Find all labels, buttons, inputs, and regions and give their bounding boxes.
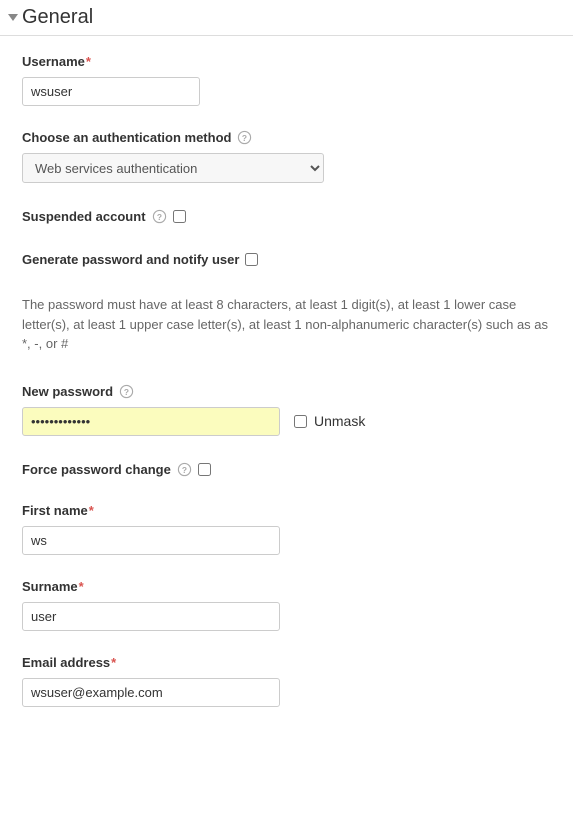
required-star-icon: *: [86, 54, 91, 69]
svg-text:?: ?: [124, 386, 129, 396]
help-icon[interactable]: ?: [119, 384, 134, 399]
field-generate-password: Generate password and notify user: [22, 250, 551, 269]
auth-method-select[interactable]: Web services authentication: [22, 153, 324, 183]
force-change-label: Force password change: [22, 462, 171, 477]
field-email: Email address*: [22, 655, 551, 707]
generate-pw-label-row: Generate password and notify user: [22, 250, 551, 269]
field-firstname: First name*: [22, 503, 551, 555]
help-icon[interactable]: ?: [237, 130, 252, 145]
help-icon[interactable]: ?: [177, 462, 192, 477]
password-row: Unmask: [22, 407, 551, 436]
svg-text:?: ?: [182, 464, 187, 474]
required-star-icon: *: [89, 503, 94, 518]
force-change-checkbox[interactable]: [198, 463, 211, 476]
username-input[interactable]: [22, 77, 200, 106]
email-label: Email address: [22, 655, 110, 670]
auth-method-label-row: Choose an authentication method ?: [22, 130, 551, 145]
help-icon[interactable]: ?: [152, 209, 167, 224]
chevron-down-icon: [8, 14, 18, 21]
field-suspended: Suspended account ?: [22, 207, 551, 226]
suspended-label-row: Suspended account ?: [22, 207, 551, 226]
email-label-row: Email address*: [22, 655, 551, 670]
auth-method-label: Choose an authentication method: [22, 130, 231, 145]
required-star-icon: *: [79, 579, 84, 594]
generate-pw-checkbox[interactable]: [245, 253, 258, 266]
field-auth-method: Choose an authentication method ? Web se…: [22, 130, 551, 183]
unmask-label: Unmask: [314, 413, 365, 429]
new-password-label-row: New password ?: [22, 384, 551, 399]
suspended-label: Suspended account: [22, 209, 146, 224]
surname-input[interactable]: [22, 602, 280, 631]
new-password-input[interactable]: [22, 407, 280, 436]
firstname-label-row: First name*: [22, 503, 551, 518]
field-new-password: New password ? Unmask: [22, 384, 551, 436]
new-password-label: New password: [22, 384, 113, 399]
unmask-checkbox[interactable]: [294, 415, 307, 428]
username-label: Username: [22, 54, 85, 69]
field-force-change: Force password change ?: [22, 460, 551, 479]
suspended-checkbox[interactable]: [173, 210, 186, 223]
firstname-input[interactable]: [22, 526, 280, 555]
password-help-text: The password must have at least 8 charac…: [22, 295, 551, 354]
generate-pw-label: Generate password and notify user: [22, 252, 239, 267]
svg-text:?: ?: [156, 212, 161, 222]
email-input[interactable]: [22, 678, 280, 707]
firstname-label: First name: [22, 503, 88, 518]
field-username: Username*: [22, 54, 551, 106]
surname-label: Surname: [22, 579, 78, 594]
field-surname: Surname*: [22, 579, 551, 631]
required-star-icon: *: [111, 655, 116, 670]
surname-label-row: Surname*: [22, 579, 551, 594]
section-title: General: [22, 6, 93, 29]
force-change-label-row: Force password change ?: [22, 460, 551, 479]
svg-text:?: ?: [242, 133, 247, 143]
section-header[interactable]: General: [0, 0, 573, 36]
form-body: Username* Choose an authentication metho…: [0, 54, 573, 707]
username-label-row: Username*: [22, 54, 551, 69]
